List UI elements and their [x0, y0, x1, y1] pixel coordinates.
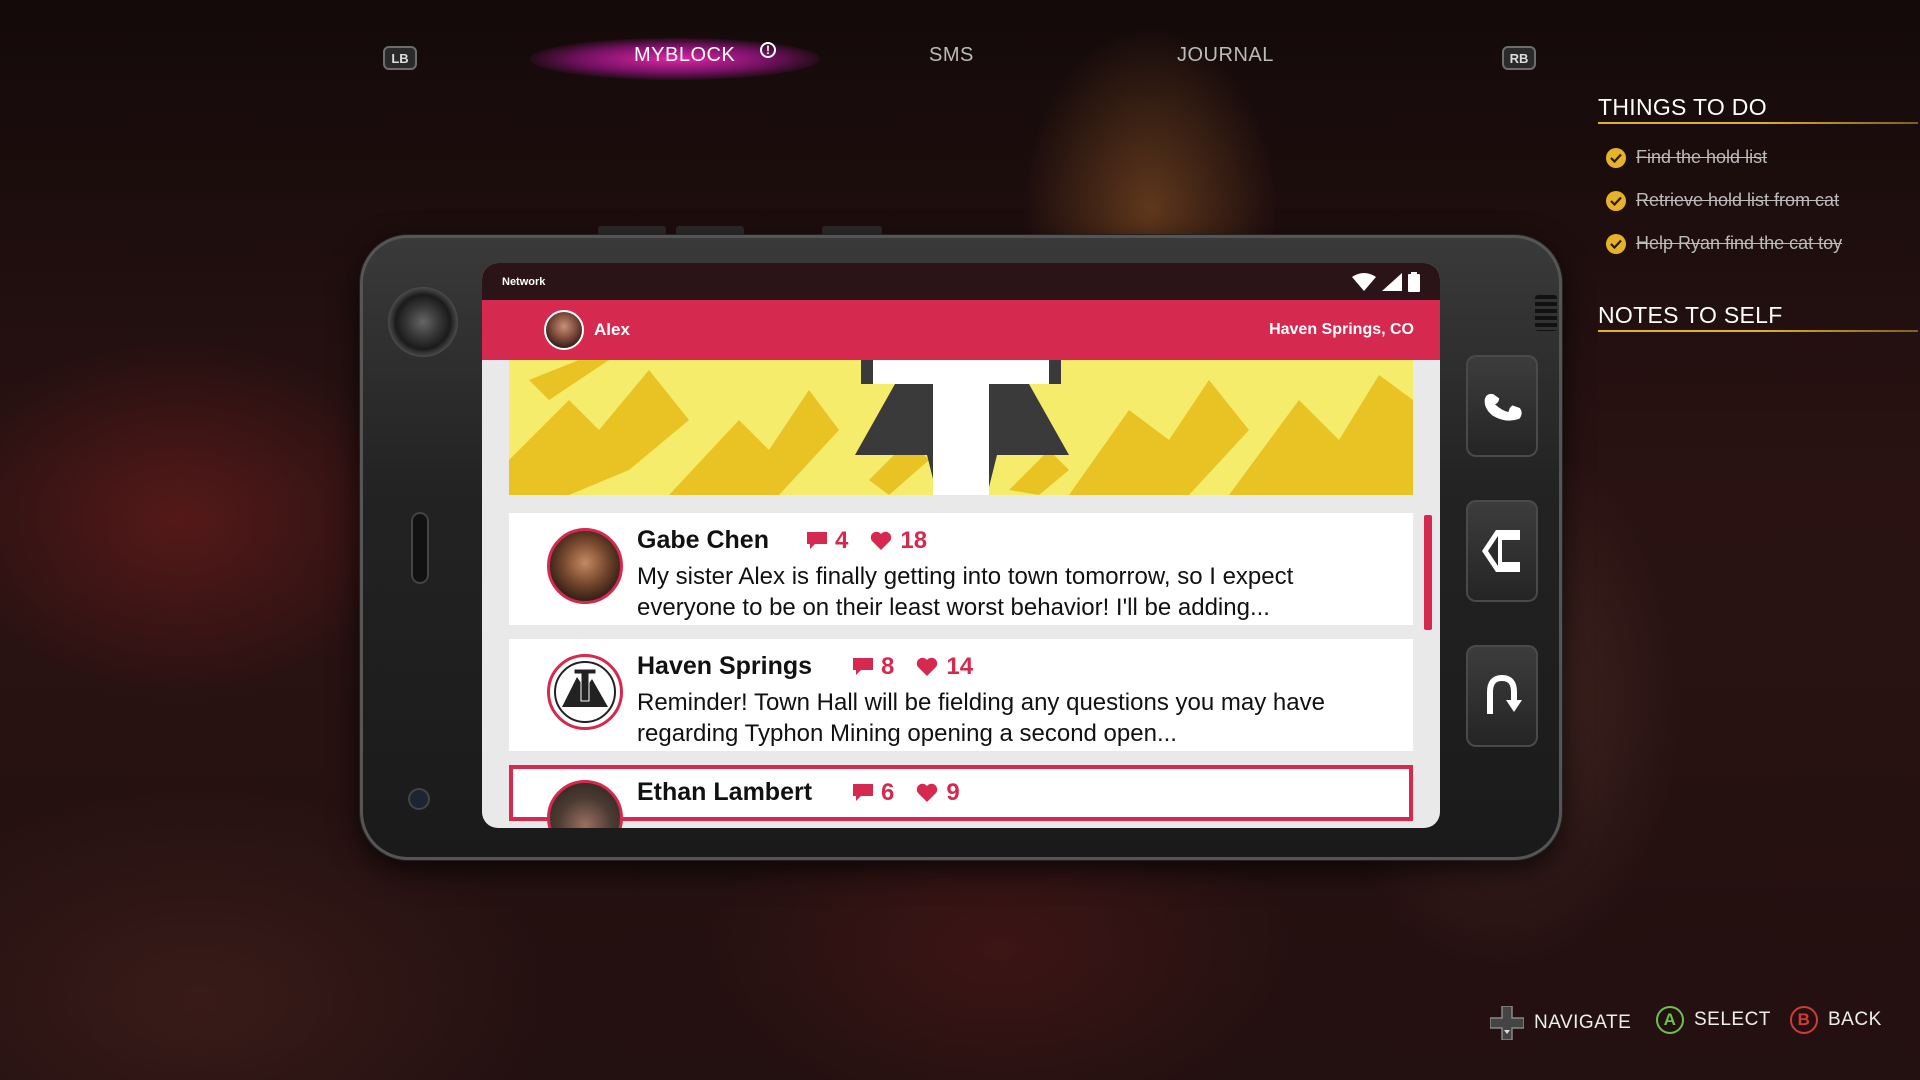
status-icons [1352, 271, 1420, 292]
post-text: Reminder! Town Hall will be fielding any… [637, 689, 1325, 747]
a-button-icon: A [1656, 1006, 1684, 1034]
back-home-button[interactable] [1466, 645, 1538, 747]
wifi-icon [1352, 272, 1376, 291]
haven-springs-logo [554, 661, 616, 723]
user-profile[interactable]: Alex [544, 310, 630, 350]
avatar [547, 528, 623, 604]
select-hint[interactable]: A SELECT [1656, 1006, 1771, 1034]
tab-myblock[interactable]: MYBLOCK [634, 44, 735, 67]
post-stats: 4 18 [807, 527, 927, 555]
signal-icon [1382, 272, 1402, 291]
notes-to-self-heading: NOTES TO SELF [1598, 302, 1783, 328]
check-icon [1606, 147, 1626, 168]
feed-scrollbar[interactable] [1424, 515, 1432, 630]
tab-journal[interactable]: JOURNAL [1177, 44, 1274, 67]
comment-icon [853, 658, 873, 675]
heading-underline [1598, 122, 1918, 124]
user-name: Alex [594, 320, 630, 339]
post-text: My sister Alex is finally getting into t… [637, 563, 1294, 621]
post-author: Ethan Lambert [637, 778, 813, 806]
task-item: Find the hold list [1606, 147, 1767, 168]
status-bar: Network [482, 263, 1440, 300]
phone-screen: Network Alex Haven Springs, CO Gabe Chen… [482, 263, 1440, 828]
home-back-icon [1487, 674, 1522, 714]
feed-post-selected[interactable]: Ethan Lambert 6 9 [509, 765, 1413, 828]
tab-sms[interactable]: SMS [929, 44, 974, 67]
post-author: Haven Springs [637, 652, 813, 680]
avatar [547, 654, 623, 730]
feed[interactable]: Gabe Chen 4 18 My sister Alex is finally… [482, 360, 1440, 828]
comment-count: 4 [835, 527, 849, 554]
b-button-icon: B [1790, 1006, 1818, 1034]
mountain-banner-art [509, 360, 1413, 495]
back-label: BACK [1828, 1009, 1882, 1030]
task-item: Help Ryan find the cat toy [1606, 233, 1842, 254]
phone-grille [1535, 295, 1557, 331]
network-label: Network [502, 275, 546, 288]
battery-icon [1408, 271, 1420, 292]
check-icon [1606, 190, 1626, 211]
feed-post[interactable]: Gabe Chen 4 18 My sister Alex is finally… [509, 513, 1413, 625]
navigate-label: NAVIGATE [1534, 1012, 1632, 1033]
things-to-do-heading: THINGS TO DO [1598, 94, 1767, 120]
post-author: Gabe Chen [637, 526, 769, 554]
app-header: Alex Haven Springs, CO [482, 300, 1440, 360]
heart-icon [871, 531, 892, 550]
rb-button[interactable]: RB [1502, 46, 1536, 70]
lb-button[interactable]: LB [383, 46, 417, 70]
feed-post[interactable]: Haven Springs 8 14 Reminder! Town Hall w… [509, 639, 1413, 751]
check-icon [1606, 233, 1626, 254]
phone-icon [1484, 393, 1522, 421]
town-banner [509, 360, 1413, 495]
back-hint[interactable]: B BACK [1790, 1006, 1882, 1034]
camera-lens [388, 287, 458, 357]
call-button[interactable] [1466, 355, 1538, 457]
task-item: Retrieve hold list from cat [1606, 190, 1839, 211]
phone-sensor [410, 790, 428, 808]
comment-icon [853, 784, 873, 801]
heart-icon [917, 783, 938, 802]
app-switch-icon [1482, 530, 1520, 572]
app-switch-button[interactable] [1466, 500, 1538, 602]
task-label: Retrieve hold list from cat [1636, 190, 1840, 210]
post-stats: 8 14 [853, 653, 973, 681]
comment-count: 6 [881, 779, 895, 806]
task-label: Help Ryan find the cat toy [1636, 233, 1843, 253]
task-label: Find the hold list [1636, 147, 1768, 167]
avatar [547, 780, 623, 828]
location-label: Haven Springs, CO [1269, 321, 1414, 338]
phone-speaker [411, 512, 429, 584]
select-label: SELECT [1694, 1009, 1771, 1030]
like-count: 14 [946, 653, 974, 680]
comment-icon [807, 532, 827, 549]
post-stats: 6 9 [853, 779, 960, 807]
heading-underline [1598, 330, 1918, 332]
avatar [544, 310, 584, 350]
alert-icon: ! [760, 42, 776, 58]
navigate-hint: NAVIGATE [1490, 1006, 1631, 1040]
like-count: 9 [946, 779, 960, 806]
comment-count: 8 [881, 653, 895, 680]
like-count: 18 [900, 527, 928, 554]
dpad-icon [1490, 1006, 1524, 1040]
heart-icon [917, 657, 938, 676]
